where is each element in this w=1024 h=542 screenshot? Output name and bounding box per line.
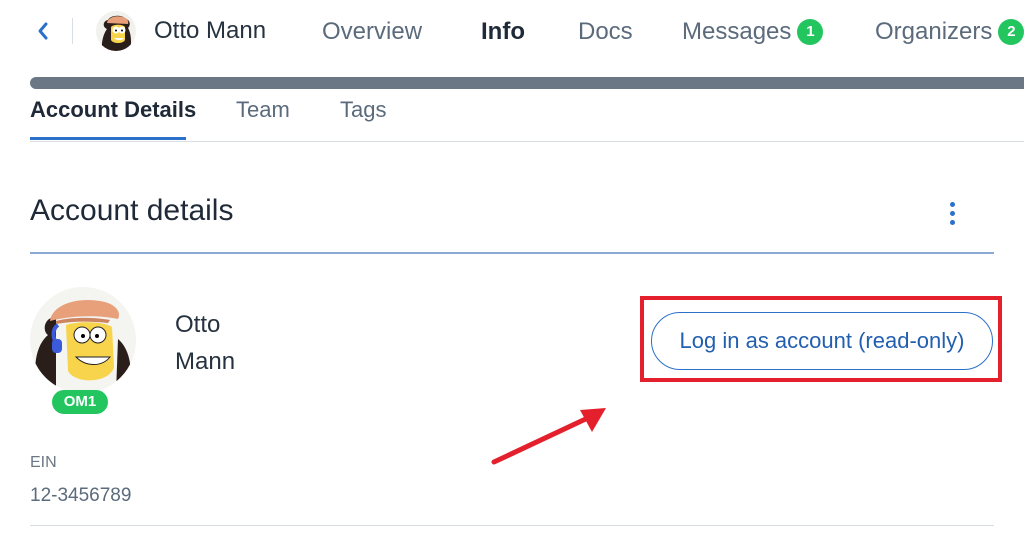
active-subtab-indicator	[30, 137, 186, 140]
progress-bar-fill	[30, 77, 1024, 89]
messages-count-badge: 1	[797, 19, 824, 45]
ein-value: 12-3456789	[30, 485, 132, 506]
login-as-account-button[interactable]: Log in as account (read-only)	[651, 312, 993, 370]
back-button[interactable]	[28, 16, 58, 46]
ein-label: EIN	[30, 454, 57, 471]
kebab-icon	[949, 201, 955, 225]
subtab-divider	[30, 141, 1024, 142]
account-avatar	[30, 287, 136, 393]
subtab-account-details[interactable]: Account Details	[30, 97, 196, 123]
account-initials-badge: OM1	[52, 390, 108, 414]
section-title: Account details	[30, 194, 234, 227]
top-bar: Otto Mann Overview Info Docs Messages 1 O…	[0, 0, 1024, 72]
account-first-name: Otto	[175, 311, 221, 338]
more-options-button[interactable]	[938, 196, 966, 230]
header-name: Otto Mann	[154, 17, 267, 44]
account-last-name: Mann	[175, 348, 236, 375]
subtab-tags[interactable]: Tags	[340, 97, 386, 123]
chevron-left-icon	[38, 22, 48, 40]
tab-messages[interactable]: Messages 1	[682, 18, 824, 46]
annotation-arrow-icon	[491, 408, 606, 465]
tab-info[interactable]: Info	[481, 18, 525, 46]
progress-bar	[30, 77, 1024, 89]
section-divider	[30, 252, 994, 254]
tab-organizers[interactable]: Organizers 2	[875, 18, 1024, 46]
header-separator	[72, 18, 73, 44]
tab-docs[interactable]: Docs	[578, 18, 633, 46]
subtab-team[interactable]: Team	[236, 97, 290, 123]
tab-overview[interactable]: Overview	[322, 18, 422, 46]
bottom-divider	[30, 525, 994, 526]
header-avatar	[96, 11, 136, 51]
organizers-count-badge: 2	[998, 19, 1024, 45]
